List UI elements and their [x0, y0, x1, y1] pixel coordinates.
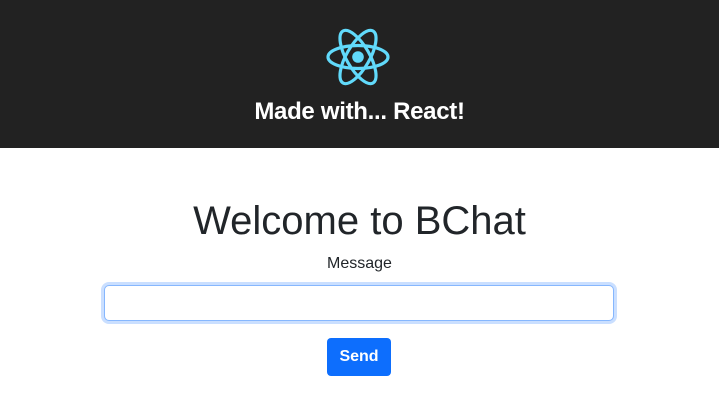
message-input[interactable] — [104, 285, 614, 321]
message-label: Message — [327, 255, 392, 272]
header-title: Made with... React! — [254, 98, 465, 125]
react-logo-icon — [326, 28, 390, 86]
page-title: Welcome to BChat — [193, 199, 526, 243]
app-header: Made with... React! — [0, 0, 719, 148]
send-button[interactable]: Send — [327, 338, 391, 376]
main-content: Welcome to BChat Message Send — [0, 148, 719, 410]
